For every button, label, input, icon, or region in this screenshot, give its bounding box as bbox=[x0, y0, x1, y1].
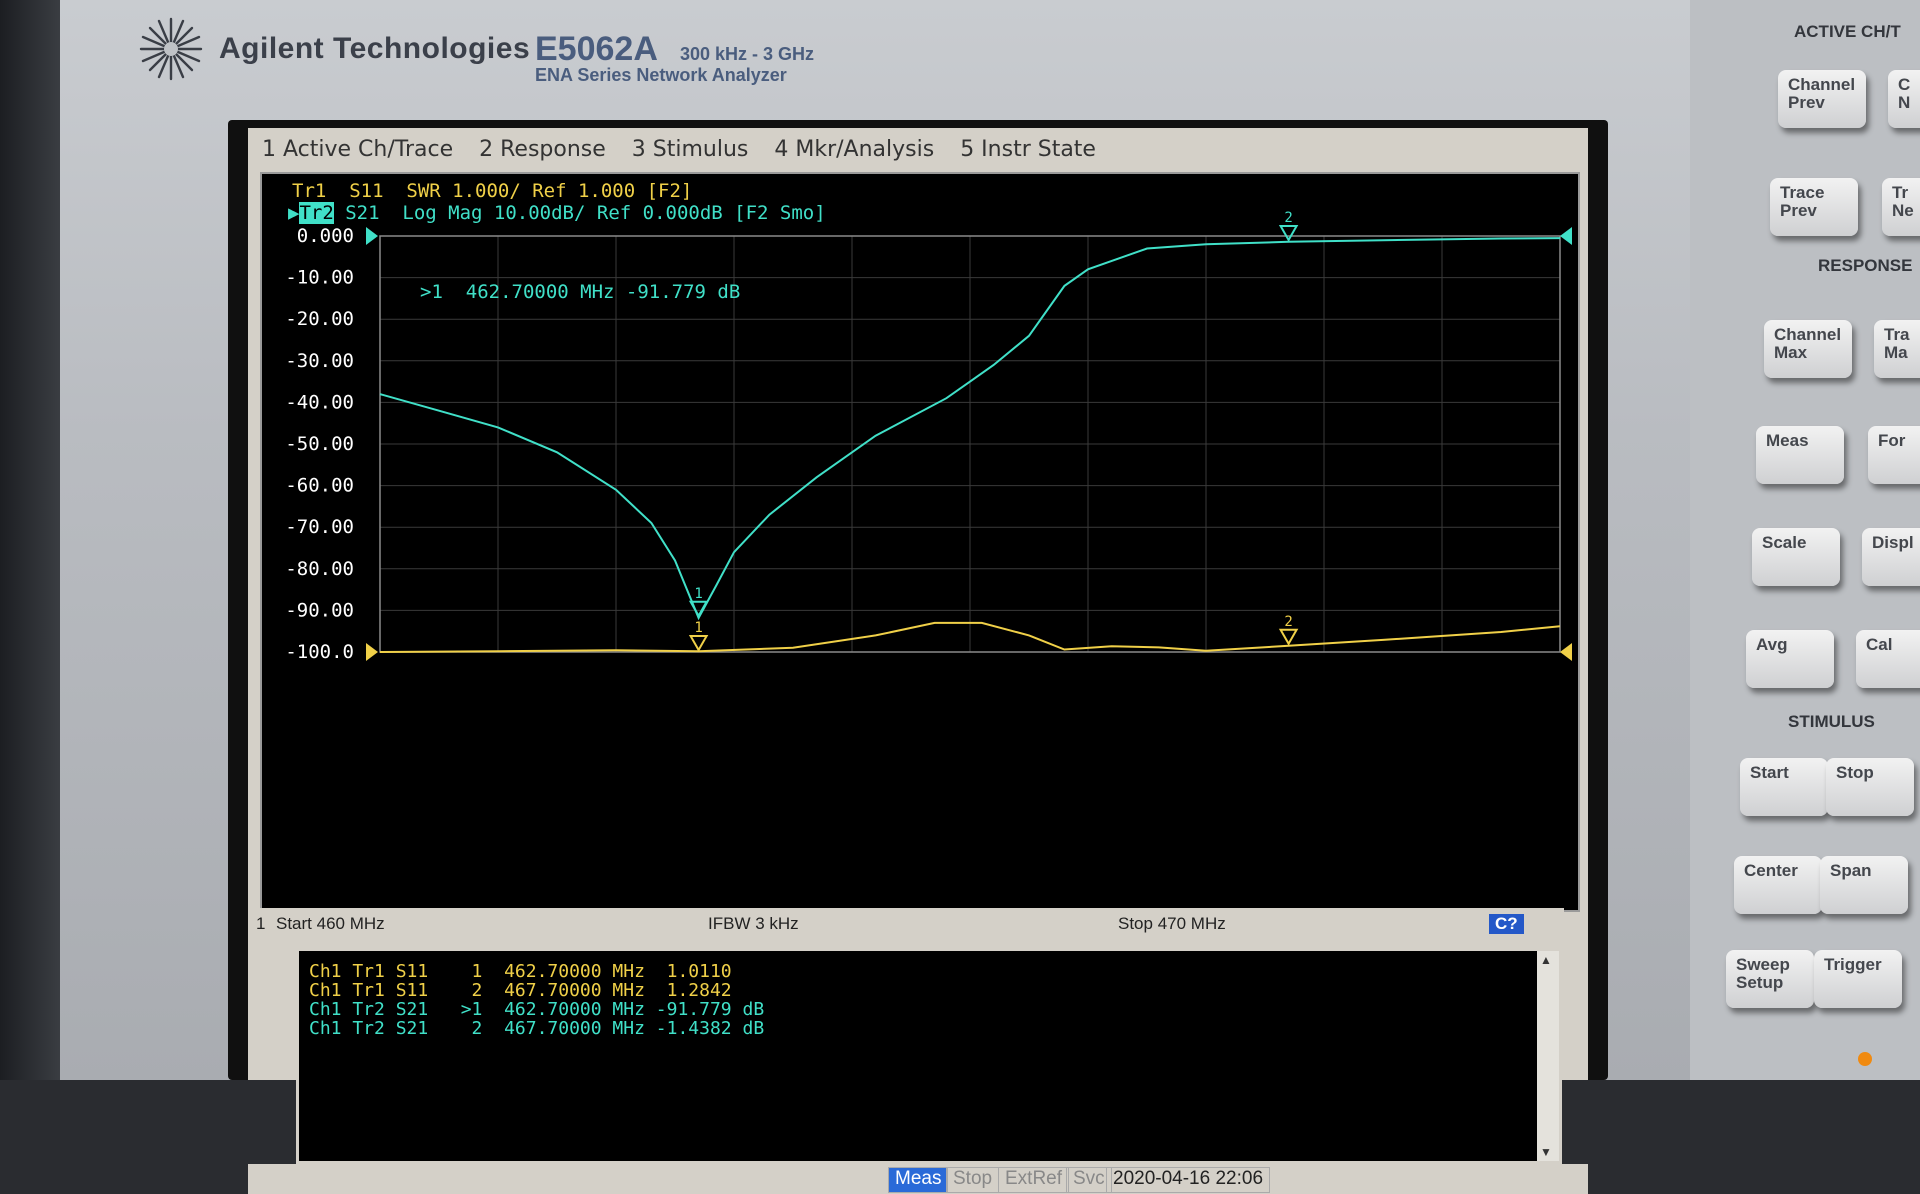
status-extref: ExtRef bbox=[998, 1167, 1070, 1193]
marker-label: 2 bbox=[1284, 614, 1292, 630]
front-panel: ACTIVE CH/T RESPONSE STIMULUS Channel Pr… bbox=[1690, 0, 1920, 1080]
col2-e-key[interactable]: Displ bbox=[1862, 528, 1920, 586]
status-datetime: 2020-04-16 22:06 bbox=[1106, 1167, 1271, 1193]
menu-response[interactable]: 2 Response bbox=[479, 137, 606, 162]
menu-active-ch-trace[interactable]: 1 Active Ch/Trace bbox=[262, 137, 453, 162]
status-meas: Meas bbox=[888, 1167, 949, 1193]
trace-display[interactable]: Tr1 S11 SWR 1.000/ Ref 1.000 [F2] ▶Tr2 S… bbox=[260, 172, 1580, 912]
col2-b-key[interactable]: Tr Ne bbox=[1882, 178, 1920, 236]
y-tick-label: -10.00 bbox=[285, 267, 354, 289]
marker-label: 1 bbox=[694, 620, 702, 636]
analyzer-screen: 1 Active Ch/Trace 2 Response 3 Stimulus … bbox=[248, 128, 1588, 1194]
trace-prev-key[interactable]: Trace Prev bbox=[1770, 178, 1858, 236]
section-response: RESPONSE bbox=[1818, 256, 1913, 275]
sweep-setup-key[interactable]: Sweep Setup bbox=[1726, 950, 1814, 1008]
section-active-ch: ACTIVE CH/T bbox=[1794, 22, 1901, 41]
stop-key[interactable]: Stop bbox=[1826, 758, 1914, 816]
ifbw[interactable]: IFBW 3 kHz bbox=[708, 914, 799, 934]
scroll-down-icon[interactable]: ▼ bbox=[1540, 1145, 1552, 1159]
col2-a-key[interactable]: C N bbox=[1888, 70, 1920, 128]
channel-prev-key[interactable]: Channel Prev bbox=[1778, 70, 1866, 128]
active-marker-readout: >1 462.70000 MHz -91.779 dB bbox=[420, 281, 740, 303]
channel-footer: 1 Start 460 MHz IFBW 3 kHz Stop 470 MHz … bbox=[248, 908, 1564, 938]
y-tick-label: -90.00 bbox=[285, 599, 354, 621]
ref-right-s21-icon bbox=[1560, 227, 1572, 245]
trigger-key[interactable]: Trigger bbox=[1814, 950, 1902, 1008]
y-tick-label: -20.00 bbox=[285, 308, 354, 330]
col2-f-key[interactable]: Cal bbox=[1856, 630, 1920, 688]
ref-left-s11-icon bbox=[366, 643, 378, 661]
marker-s21-2-icon bbox=[1278, 224, 1299, 242]
y-tick-label: -50.00 bbox=[285, 433, 354, 455]
frequency-range: 300 kHz - 3 GHz bbox=[680, 44, 815, 64]
marker-table-row: Ch1 Tr1 S11 1 462.70000 MHz 1.0110 bbox=[309, 961, 732, 982]
softkey-menu-bar: 1 Active Ch/Trace 2 Response 3 Stimulus … bbox=[248, 128, 1588, 170]
meas-key[interactable]: Meas bbox=[1756, 426, 1844, 484]
status-svc: Svc bbox=[1066, 1167, 1112, 1193]
center-key[interactable]: Center bbox=[1734, 856, 1822, 914]
marker-s11-1-icon bbox=[688, 635, 709, 653]
marker-table-row: Ch1 Tr2 S21 >1 462.70000 MHz -91.779 dB bbox=[309, 999, 765, 1020]
section-stimulus: STIMULUS bbox=[1788, 712, 1875, 731]
channel-number: 1 bbox=[256, 914, 266, 933]
background-edge bbox=[0, 0, 60, 1080]
y-tick-label: -30.00 bbox=[285, 350, 354, 372]
y-tick-label: -100.0 bbox=[285, 641, 354, 663]
model-area: E5062A 300 kHz - 3 GHz ENA Series Networ… bbox=[535, 30, 814, 86]
marker-label: 1 bbox=[694, 586, 702, 602]
ref-left-s21-icon bbox=[366, 227, 378, 245]
start-key[interactable]: Start bbox=[1740, 758, 1828, 816]
y-tick-label: -70.00 bbox=[285, 516, 354, 538]
col2-c-key[interactable]: Tra Ma bbox=[1874, 320, 1920, 378]
start-frequency[interactable]: Start 460 MHz bbox=[276, 914, 385, 934]
marker-table-row: Ch1 Tr1 S11 2 467.70000 MHz 1.2842 bbox=[309, 980, 732, 1001]
stop-frequency[interactable]: Stop 470 MHz bbox=[1118, 914, 1226, 934]
marker-s11-2-icon bbox=[1278, 628, 1299, 646]
ref-right-s11-icon bbox=[1560, 643, 1572, 661]
avg-key[interactable]: Avg bbox=[1746, 630, 1834, 688]
agilent-spark-logo bbox=[139, 17, 203, 81]
status-stop: Stop bbox=[946, 1167, 1000, 1193]
marker-label: 2 bbox=[1284, 210, 1292, 226]
brand-name: Agilent Technologies bbox=[219, 32, 531, 65]
brand-area: Agilent Technologies bbox=[135, 14, 530, 84]
calibration-status-badge: C? bbox=[1489, 914, 1524, 934]
trace-plot: 0.000 -10.00 -20.00 -30.00 -40.00 -50.00 -60.0… bbox=[285, 210, 1572, 663]
scroll-up-icon[interactable]: ▲ bbox=[1540, 953, 1552, 967]
y-tick-label: -60.00 bbox=[285, 475, 354, 497]
scale-key[interactable]: Scale bbox=[1752, 528, 1840, 586]
y-tick-label: -40.00 bbox=[285, 391, 354, 413]
span-key[interactable]: Span bbox=[1820, 856, 1908, 914]
marker-table-row: Ch1 Tr2 S21 2 467.70000 MHz -1.4382 dB bbox=[309, 1018, 765, 1039]
power-indicator-icon bbox=[1858, 1052, 1872, 1066]
y-tick-label: -80.00 bbox=[285, 558, 354, 580]
menu-mkr-analysis[interactable]: 4 Mkr/Analysis bbox=[774, 137, 934, 162]
status-bar: Meas Stop ExtRef Svc 2020-04-16 22:06 bbox=[248, 1164, 1588, 1194]
channel-max-key[interactable]: Channel Max bbox=[1764, 320, 1852, 378]
menu-stimulus[interactable]: 3 Stimulus bbox=[632, 137, 749, 162]
marker-table: Ch1 Tr1 S11 1 462.70000 MHz 1.0110 Ch1 Tr… bbox=[296, 948, 1562, 1164]
marker-table-scrollbar[interactable]: ▲ ▼ bbox=[1537, 951, 1559, 1161]
model-subtitle: ENA Series Network Analyzer bbox=[535, 65, 787, 85]
menu-instr-state[interactable]: 5 Instr State bbox=[960, 137, 1096, 162]
col2-d-key[interactable]: For bbox=[1868, 426, 1920, 484]
y-tick-label: 0.000 bbox=[297, 225, 354, 247]
